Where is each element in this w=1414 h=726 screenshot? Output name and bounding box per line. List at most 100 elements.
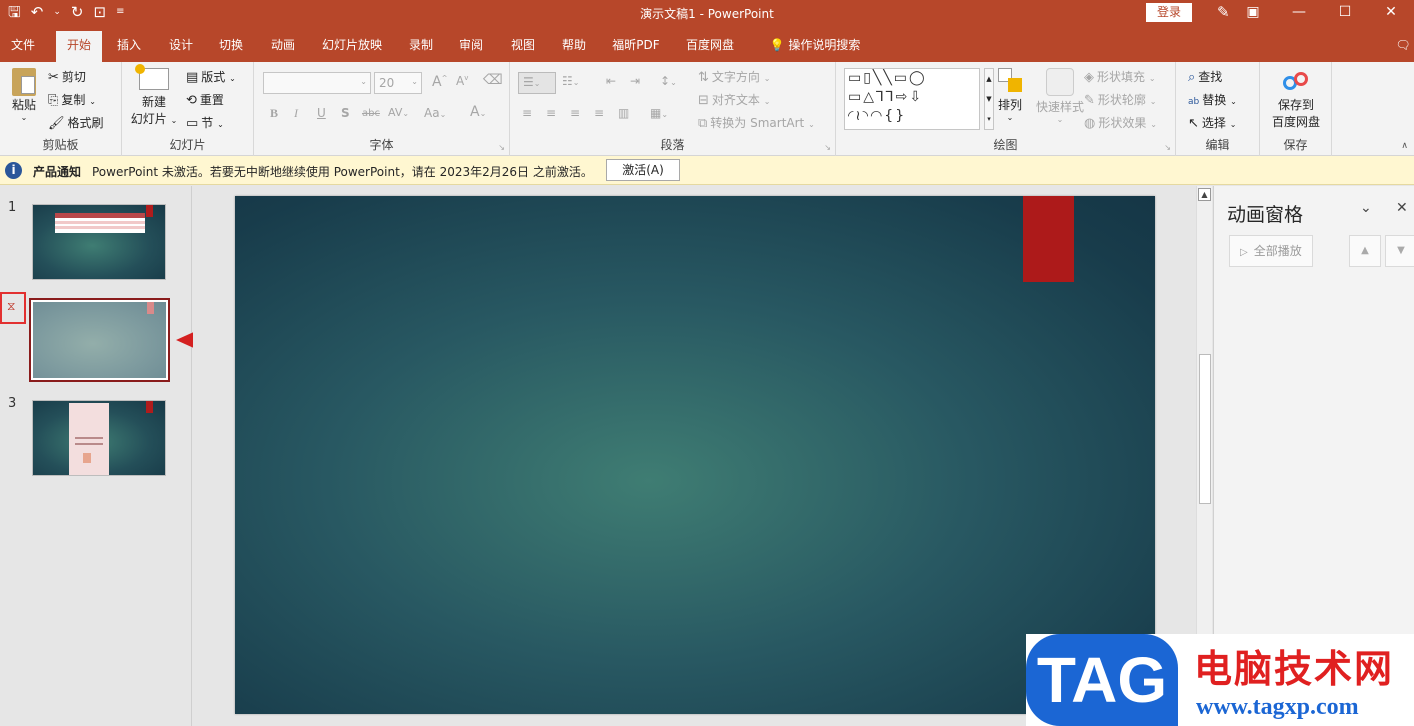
section-button[interactable]: ▭ 节 ⌄: [186, 114, 224, 131]
tell-me-search[interactable]: 💡 操作说明搜索: [760, 26, 870, 62]
scroll-thumb[interactable]: [1199, 354, 1211, 504]
align-right-button[interactable]: ≡: [570, 106, 580, 120]
paste-label: 粘贴: [11, 98, 36, 112]
play-all-button[interactable]: ▷ 全部播放: [1229, 235, 1313, 267]
columns-button[interactable]: ▦⌄: [650, 106, 668, 120]
increase-indent-button[interactable]: ⇥: [630, 74, 640, 88]
char-spacing-button[interactable]: AV⌄: [388, 106, 409, 119]
reset-icon: ⟲: [186, 93, 197, 108]
new-slide-button[interactable]: 新建 幻灯片 ⌄: [130, 64, 178, 127]
minimize-icon[interactable]: —: [1276, 0, 1322, 26]
pane-close-icon[interactable]: ✕: [1396, 200, 1408, 216]
cut-button[interactable]: ✂ 剪切: [48, 68, 86, 85]
tab-home[interactable]: 开始: [56, 31, 102, 62]
shadow-button[interactable]: S: [341, 106, 350, 120]
slide-thumbnail-1[interactable]: [32, 204, 166, 280]
watermark: TAG 电脑技术网 www.tagxp.com: [1026, 634, 1414, 726]
align-text-button[interactable]: ⊟ 对齐文本 ⌄: [698, 91, 770, 108]
align-left-button[interactable]: ≡: [522, 106, 532, 120]
change-case-button[interactable]: Aa⌄: [424, 106, 446, 120]
tab-slideshow[interactable]: 幻灯片放映: [316, 26, 388, 62]
maximize-icon[interactable]: ☐: [1322, 0, 1368, 26]
replace-button[interactable]: ab 替换 ⌄: [1188, 91, 1237, 108]
slide-thumbnail-2-selected[interactable]: [29, 298, 170, 382]
current-slide[interactable]: [235, 196, 1155, 714]
increase-font-icon[interactable]: A^: [432, 74, 447, 90]
font-size-value: 20: [379, 76, 395, 90]
font-dialog-launcher-icon[interactable]: ↘: [498, 143, 505, 152]
distributed-button[interactable]: ▥: [618, 106, 629, 120]
italic-button[interactable]: I: [294, 106, 298, 121]
decrease-indent-button[interactable]: ⇤: [606, 74, 616, 88]
tab-review[interactable]: 审阅: [452, 26, 490, 62]
collapse-ribbon-icon[interactable]: ∧: [1401, 141, 1408, 151]
drawing-group-label: 绘图: [993, 138, 1018, 152]
numbering-button[interactable]: ☷⌄: [562, 74, 579, 88]
comments-icon[interactable]: 🗨: [1394, 26, 1412, 62]
line-spacing-button[interactable]: ↕⌄: [660, 74, 677, 88]
decrease-font-icon[interactable]: Av: [456, 74, 468, 88]
tab-file[interactable]: 文件: [4, 26, 42, 62]
slides-group: 新建 幻灯片 ⌄ ▤ 版式 ⌄ ⟲ 重置 ▭ 节 ⌄ 幻灯片: [122, 62, 254, 156]
quick-styles-button[interactable]: 快速样式 ⌄: [1032, 68, 1088, 124]
paste-button[interactable]: 粘贴 ⌄: [8, 68, 40, 122]
bullets-button[interactable]: ☰⌄: [518, 72, 556, 94]
arrange-label: 排列: [997, 98, 1022, 112]
format-painter-button[interactable]: 🖌 格式刷: [48, 114, 104, 131]
save-to-baidu-button[interactable]: 保存到 百度网盘: [1270, 70, 1322, 130]
tab-record[interactable]: 录制: [402, 26, 440, 62]
close-icon[interactable]: ✕: [1368, 0, 1414, 26]
arrange-button[interactable]: 排列 ⌄: [992, 68, 1028, 122]
outline-icon: ✎: [1084, 93, 1095, 108]
convert-smartart-button[interactable]: ⧉ 转换为 SmartArt ⌄: [698, 114, 815, 131]
animation-marker-icon[interactable]: ⧖: [7, 299, 15, 314]
justify-button[interactable]: ≡: [594, 106, 604, 120]
shapes-gallery[interactable]: ▭▯╲╲▭◯ ▭△⅂⅂⇨⇩ ◜≀◝◠{}: [844, 68, 980, 130]
strikethrough-button[interactable]: abc: [362, 108, 380, 119]
paragraph-dialog-launcher-icon[interactable]: ↘: [824, 143, 831, 152]
bold-button[interactable]: B: [270, 106, 278, 121]
pane-options-icon[interactable]: ⌄: [1360, 200, 1372, 216]
editing-group-label: 编辑: [1205, 138, 1230, 152]
shape-effects-button[interactable]: ◍ 形状效果 ⌄: [1084, 114, 1157, 131]
font-color-button[interactable]: A⌄: [470, 104, 486, 120]
move-up-button[interactable]: ▲: [1349, 235, 1381, 267]
tab-design[interactable]: 设计: [162, 26, 200, 62]
find-icon: ⌕: [1188, 70, 1196, 85]
activate-button[interactable]: 激活(A): [606, 159, 680, 181]
tab-view[interactable]: 视图: [504, 26, 542, 62]
reset-button[interactable]: ⟲ 重置: [186, 91, 224, 108]
cut-label: 剪切: [61, 70, 86, 84]
red-ribbon-mark: [146, 401, 153, 413]
slide-thumbnail-3[interactable]: [32, 400, 166, 476]
tab-insert[interactable]: 插入: [110, 26, 148, 62]
login-button[interactable]: 登录: [1146, 3, 1192, 22]
layout-button[interactable]: ▤ 版式 ⌄: [186, 68, 236, 85]
tab-transitions[interactable]: 切换: [212, 26, 250, 62]
tab-help[interactable]: 帮助: [555, 26, 593, 62]
select-button[interactable]: ↖ 选择 ⌄: [1188, 114, 1236, 131]
lightbulb-icon: 💡: [769, 38, 785, 52]
scroll-up-icon[interactable]: ▲: [1198, 188, 1211, 201]
section-label: 节: [201, 116, 214, 130]
shape-outline-button[interactable]: ✎ 形状轮廓 ⌄: [1084, 91, 1156, 108]
shape-fill-button[interactable]: ◈ 形状填充 ⌄: [1084, 68, 1156, 85]
move-down-button[interactable]: ▼: [1385, 235, 1414, 267]
ribbon-display-icon[interactable]: ▣: [1230, 0, 1276, 26]
clear-format-icon[interactable]: ⌫: [483, 72, 503, 88]
font-name-box[interactable]: ⌄: [263, 72, 371, 94]
align-center-button[interactable]: ≡: [546, 106, 556, 120]
tab-foxit-pdf[interactable]: 福昕PDF: [606, 26, 666, 62]
tab-animations[interactable]: 动画: [264, 26, 302, 62]
pen-icon[interactable]: ✎: [1217, 3, 1230, 21]
underline-button[interactable]: U: [317, 106, 326, 120]
drawing-dialog-launcher-icon[interactable]: ↘: [1164, 143, 1171, 152]
replace-label: 替换: [1202, 93, 1227, 107]
find-button[interactable]: ⌕ 查找: [1188, 68, 1222, 85]
slide-number-3: 3: [8, 396, 17, 411]
copy-button[interactable]: ⎘ 复制 ⌄: [48, 91, 96, 108]
shape-effects-label: 形状效果: [1098, 116, 1147, 130]
tab-baidu-netdisk[interactable]: 百度网盘: [680, 26, 740, 62]
font-size-box[interactable]: 20 ⌄: [374, 72, 422, 94]
text-direction-button[interactable]: ⇅ 文字方向 ⌄: [698, 68, 770, 85]
